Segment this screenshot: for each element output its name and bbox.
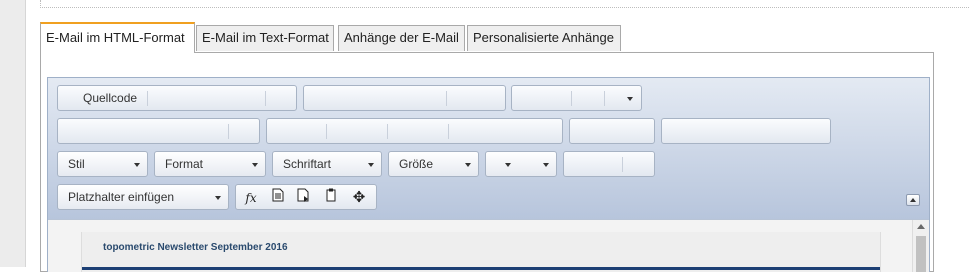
document-export-icon[interactable] xyxy=(294,188,314,208)
color-group[interactable] xyxy=(485,151,557,177)
editor-content[interactable]: topometric Newsletter September 2016 xyxy=(48,219,929,272)
placeholder-select[interactable]: Platzhalter einfügen xyxy=(57,184,229,210)
chevron-down-icon xyxy=(134,163,140,167)
bg-color-chevron-icon[interactable] xyxy=(543,163,549,167)
links-group[interactable] xyxy=(569,118,655,144)
html-editor: Quellcode Stil Format Schriftart Größe P… xyxy=(47,77,930,272)
toolbar-separator xyxy=(228,124,229,139)
vertical-scrollbar[interactable] xyxy=(912,220,929,272)
tab-html-format[interactable]: E-Mail im HTML-Format xyxy=(40,22,195,53)
newsletter-title: topometric Newsletter September 2016 xyxy=(103,242,288,253)
header-rule xyxy=(82,267,880,270)
font-select-label: Schriftart xyxy=(283,157,332,171)
size-select[interactable]: Größe xyxy=(388,151,479,177)
toolbar-separator xyxy=(571,91,572,106)
edit-group[interactable] xyxy=(303,85,506,111)
move-icon[interactable]: ✥ xyxy=(349,188,369,208)
font-select[interactable]: Schriftart xyxy=(272,151,382,177)
toolbar-separator xyxy=(387,124,388,139)
tab-text-format[interactable]: E-Mail im Text-Format xyxy=(196,25,334,51)
style-select[interactable]: Stil xyxy=(57,151,148,177)
toolbar-separator xyxy=(448,124,449,139)
document-icon[interactable] xyxy=(268,188,288,208)
chevron-down-icon xyxy=(252,163,258,167)
toolbar-separator xyxy=(147,91,148,106)
toolbar-separator xyxy=(446,91,447,106)
toolbar-separator xyxy=(604,91,605,106)
style-select-label: Stil xyxy=(68,157,85,171)
left-gutter xyxy=(0,0,26,267)
paragraph-group[interactable] xyxy=(266,118,563,144)
toolbar-separator xyxy=(622,157,623,172)
chevron-down-icon[interactable] xyxy=(627,97,633,101)
formula-icon[interactable]: fx xyxy=(241,188,261,208)
chevron-down-icon xyxy=(465,163,471,167)
source-button[interactable]: Quellcode xyxy=(83,86,137,110)
clipboard-icon[interactable] xyxy=(321,188,341,208)
insert-group[interactable] xyxy=(511,85,642,111)
basic-style-group[interactable] xyxy=(57,118,260,144)
chevron-up-icon xyxy=(910,198,916,202)
toolbar-separator xyxy=(326,124,327,139)
size-select-label: Größe xyxy=(399,157,434,171)
placeholder-select-label: Platzhalter einfügen xyxy=(68,190,175,204)
toolbar-separator xyxy=(265,91,266,106)
source-group: Quellcode xyxy=(57,85,297,111)
chevron-down-icon xyxy=(215,196,221,200)
collapse-toolbar-button[interactable] xyxy=(906,194,920,206)
chevron-down-icon xyxy=(368,163,374,167)
text-color-chevron-icon[interactable] xyxy=(505,163,511,167)
insert-objects-group[interactable] xyxy=(661,118,831,144)
format-select[interactable]: Format xyxy=(154,151,266,177)
tab-personalized-attachments[interactable]: Personalisierte Anhänge xyxy=(467,25,621,51)
format-select-label: Format xyxy=(165,157,204,171)
tab-attachments[interactable]: Anhänge der E-Mail xyxy=(338,25,465,51)
tools-group[interactable] xyxy=(563,151,655,177)
scroll-up-icon[interactable] xyxy=(917,224,925,229)
extras-group: fx ✥ xyxy=(235,184,377,210)
newsletter-document: topometric Newsletter September 2016 xyxy=(81,232,881,272)
section-divider xyxy=(40,0,969,8)
editor-toolbar: Quellcode Stil Format Schriftart Größe P… xyxy=(48,78,929,219)
